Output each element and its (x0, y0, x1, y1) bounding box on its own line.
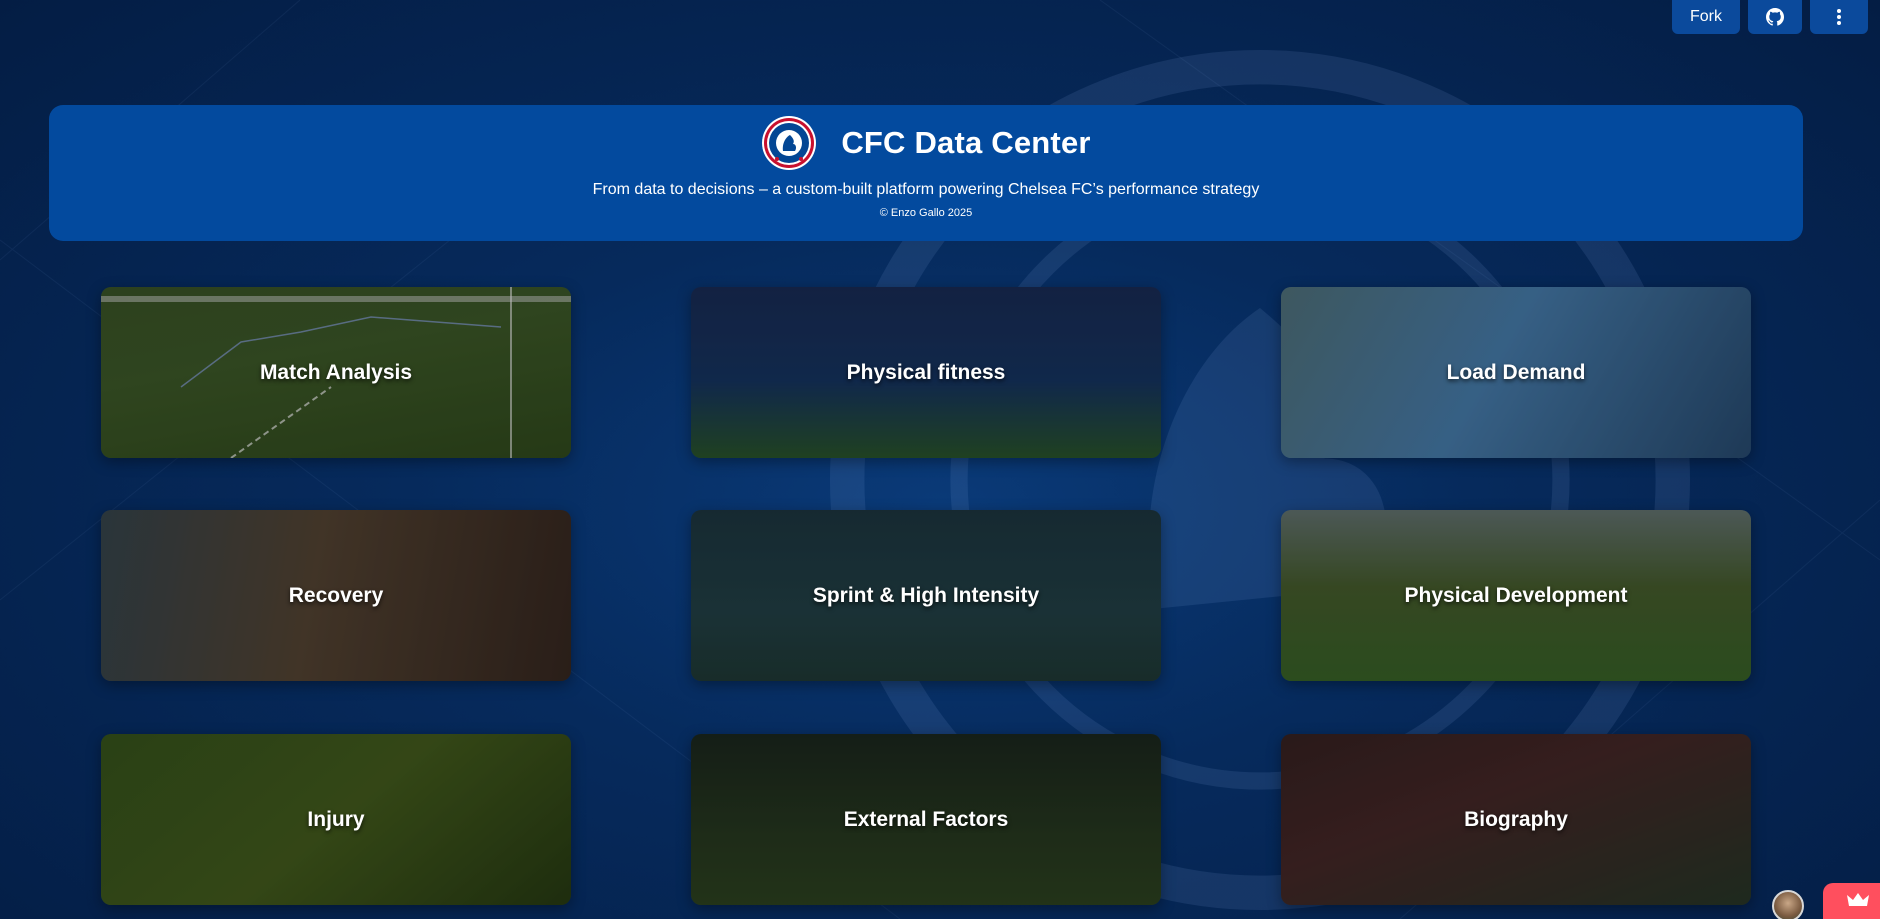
tile-external-factors[interactable]: External Factors (691, 734, 1161, 905)
fork-button[interactable]: Fork (1672, 0, 1740, 34)
tile-load-demand[interactable]: Load Demand (1281, 287, 1751, 458)
tile-injury[interactable]: Injury (101, 734, 571, 905)
tile-label: Biography (1464, 807, 1568, 831)
tile-label: Recovery (288, 583, 384, 607)
tile-label: Injury (307, 807, 365, 831)
tile-label: Match Analysis (259, 360, 413, 384)
tile-physical-development[interactable]: Physical Development (1281, 510, 1751, 681)
page-title: CFC Data Center (841, 125, 1091, 160)
tile-physical-fitness[interactable]: Physical fitness (691, 287, 1161, 458)
tile-label: Load Demand (1446, 360, 1586, 384)
crown-button[interactable] (1823, 883, 1880, 919)
tile-label: Physical fitness (846, 360, 1006, 384)
fork-label: Fork (1690, 8, 1722, 25)
header-card: CFC Data Center From data to decisions –… (49, 105, 1803, 241)
tile-label: Physical Development (1404, 583, 1628, 607)
github-button[interactable] (1748, 0, 1802, 34)
chelsea-crest-icon (762, 116, 817, 170)
top-toolbar: Fork (1672, 0, 1880, 34)
tile-recovery[interactable]: Recovery (101, 510, 571, 681)
github-icon (1766, 8, 1784, 26)
more-menu-button[interactable] (1810, 0, 1868, 34)
tile-label: Sprint & High Intensity (812, 583, 1040, 607)
tile-biography[interactable]: Biography (1281, 734, 1751, 905)
crown-icon (1847, 893, 1869, 906)
tile-label: External Factors (843, 807, 1009, 831)
page-subtitle: From data to decisions – a custom-built … (592, 181, 1260, 198)
tile-sprint-high-intensity[interactable]: Sprint & High Intensity (691, 510, 1161, 681)
user-avatar[interactable] (1772, 890, 1804, 919)
copyright-text: © Enzo Gallo 2025 (879, 207, 973, 219)
tile-match-analysis[interactable]: Match Analysis (101, 287, 571, 458)
more-vertical-icon (1837, 9, 1841, 25)
